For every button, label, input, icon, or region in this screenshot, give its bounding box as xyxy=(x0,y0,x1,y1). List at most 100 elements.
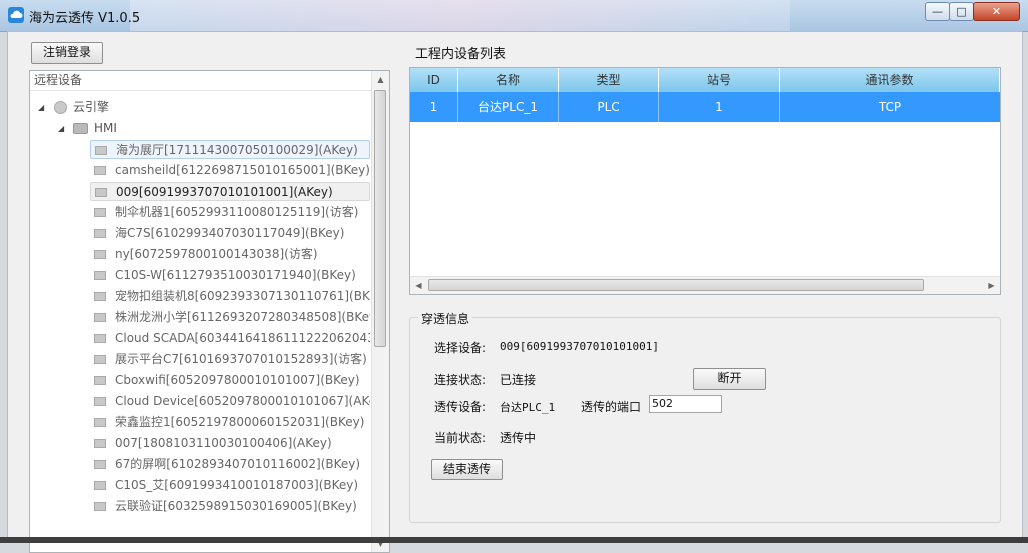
column-header-id[interactable]: ID xyxy=(410,68,458,92)
device-node[interactable]: 云联验证[6032598915030169005](BKey) xyxy=(90,497,370,516)
device-screen-icon xyxy=(94,397,106,406)
column-header-name[interactable]: 名称 xyxy=(458,68,559,92)
scroll-up-icon[interactable]: ▲ xyxy=(372,71,389,88)
device-node[interactable]: C10S-W[6112793510030171940](BKey) xyxy=(90,266,370,285)
port-label: 透传的端口 xyxy=(581,400,642,414)
device-screen-icon xyxy=(94,481,106,490)
device-node[interactable]: 荣鑫监控1[6052197800060152031](BKey) xyxy=(90,413,370,432)
scroll-right-icon[interactable]: ▶ xyxy=(983,277,1000,294)
device-screen-icon xyxy=(94,229,106,238)
disconnect-button[interactable]: 断开 xyxy=(693,368,766,390)
passthrough-device-label: 透传设备: xyxy=(434,400,487,414)
passthrough-device-value: 台达PLC_1 xyxy=(500,401,556,414)
device-screen-icon xyxy=(94,313,106,322)
device-node-label: C10S_艾[6091993410010187003](BKey) xyxy=(115,478,359,492)
device-screen-icon xyxy=(94,418,106,427)
tree-root-label: 云引擎 xyxy=(73,100,110,114)
device-node[interactable]: 007[1808103110030100406](AKey) xyxy=(90,434,370,453)
device-screen-icon xyxy=(94,271,106,280)
column-header-station[interactable]: 站号 xyxy=(659,68,780,92)
table-row[interactable]: 1 台达PLC_1 PLC 1 TCP xyxy=(410,92,1000,122)
device-node-label: 007[1808103110030100406](AKey) xyxy=(115,436,332,450)
device-node-label: Cboxwifi[6052097800010101007](BKey) xyxy=(115,373,360,387)
tree-root-node[interactable]: ◢ 云引擎 xyxy=(38,98,238,117)
device-node[interactable]: 宠物扣组装机8[6092393307130110761](BK... xyxy=(90,287,370,306)
column-header-type[interactable]: 类型 xyxy=(559,68,659,92)
device-node[interactable]: 展示平台C7[6101693707010152893](访客) xyxy=(90,350,370,369)
device-node[interactable]: 67的屏啊[6102893407010116002](BKey) xyxy=(90,455,370,474)
close-icon: ✕ xyxy=(991,5,1002,18)
device-node[interactable]: Cloud SCADA[60344164186111222062043... xyxy=(90,329,370,348)
device-node-label: 株洲龙洲小学[6112693207280348508](BKey) xyxy=(115,310,370,324)
current-state-value: 透传中 xyxy=(500,431,537,445)
collapse-triangle-icon[interactable]: ◢ xyxy=(38,98,44,117)
scroll-left-icon[interactable]: ◀ xyxy=(410,277,427,294)
remote-device-tree[interactable]: 远程设备 ◢ 云引擎 ◢ HMI 海为展厅[171114300705010002… xyxy=(29,70,390,553)
end-passthrough-button[interactable]: 结束透传 xyxy=(431,459,503,480)
device-node-label: 67的屏啊[6102893407010116002](BKey) xyxy=(115,457,361,471)
maximize-icon: □ xyxy=(956,5,967,18)
device-screen-icon xyxy=(94,250,106,259)
column-header-comm-params[interactable]: 通讯参数 xyxy=(780,68,1000,92)
scrollbar-thumb[interactable] xyxy=(428,279,924,291)
device-node[interactable]: 海为展厅[1711143007050100029](AKey) xyxy=(90,140,370,159)
tree-header: 远程设备 xyxy=(30,71,375,91)
tree-group-node[interactable]: ◢ HMI xyxy=(58,119,258,138)
title-background-art xyxy=(130,0,790,31)
device-node-label: 宠物扣组装机8[6092393307130110761](BK... xyxy=(115,289,370,303)
cell-name: 台达PLC_1 xyxy=(458,92,559,122)
device-node[interactable]: Cloud Device[6052097800010101067](AKey) xyxy=(90,392,370,411)
device-screen-icon xyxy=(94,166,106,175)
device-node-label: 荣鑫监控1[6052197800060152031](BKey) xyxy=(115,415,365,429)
device-node-label: ny[6072597800100143038](访客) xyxy=(115,247,318,261)
current-state-label: 当前状态: xyxy=(434,431,487,445)
device-table: ID 名称 类型 站号 通讯参数 1 台达PLC_1 PLC 1 TCP ◀ ▶ xyxy=(409,67,1001,295)
hmi-monitor-icon xyxy=(73,123,88,134)
device-node[interactable]: 009[6091993707010101001](AKey) xyxy=(90,182,370,201)
table-horizontal-scrollbar[interactable]: ◀ ▶ xyxy=(410,276,1000,294)
device-screen-icon xyxy=(94,355,106,364)
port-input[interactable]: 502 xyxy=(649,395,722,413)
device-node[interactable]: Cboxwifi[6052097800010101007](BKey) xyxy=(90,371,370,390)
main-panel: 注销登录 远程设备 ◢ 云引擎 ◢ HMI 海为展厅[1711143007050… xyxy=(7,31,1023,553)
window-title: 海为云透传 V1.0.5 xyxy=(29,11,141,26)
close-button[interactable]: ✕ xyxy=(973,2,1020,21)
scrollbar-thumb[interactable] xyxy=(374,90,386,347)
device-node-label: 海C7S[6102993407030117049](BKey) xyxy=(115,226,345,240)
device-node[interactable]: ny[6072597800100143038](访客) xyxy=(90,245,370,264)
title-bar: 海为云透传 V1.0.5 — □ ✕ xyxy=(0,0,1028,32)
device-screen-icon xyxy=(94,376,106,385)
device-node-label: camsheild[6122698715010165001](BKey) xyxy=(115,163,370,177)
device-node-label: C10S-W[6112793510030171940](BKey) xyxy=(115,268,356,282)
device-node[interactable]: 制伞机器1[6052993110080125119](访客) xyxy=(90,203,370,222)
device-node-label: 展示平台C7[6101693707010152893](访客) xyxy=(115,352,367,366)
minimize-button[interactable]: — xyxy=(925,2,950,21)
minimize-icon: — xyxy=(932,5,943,18)
device-node-label: 云联验证[6032598915030169005](BKey) xyxy=(115,499,357,513)
cloud-engine-icon xyxy=(54,101,67,114)
passthrough-info-group: 穿透信息 选择设备: 009[6091993707010101001] 连接状态… xyxy=(409,310,1001,523)
device-node-label: 海为展厅[1711143007050100029](AKey) xyxy=(116,143,358,157)
device-node[interactable]: 海C7S[6102993407030117049](BKey) xyxy=(90,224,370,243)
collapse-triangle-icon[interactable]: ◢ xyxy=(58,119,64,138)
device-node[interactable]: camsheild[6122698715010165001](BKey) xyxy=(90,161,370,180)
connection-status-value: 已连接 xyxy=(500,373,537,387)
device-screen-icon xyxy=(94,208,106,217)
selected-device-value: 009[6091993707010101001] xyxy=(500,340,659,353)
passthrough-legend: 穿透信息 xyxy=(418,310,473,327)
device-node-label: 制伞机器1[6052993110080125119](访客) xyxy=(115,205,359,219)
connection-status-label: 连接状态: xyxy=(434,373,487,387)
selected-device-label: 选择设备: xyxy=(434,341,487,355)
cell-type: PLC xyxy=(559,92,659,122)
cell-comm-params: TCP xyxy=(878,100,902,114)
device-screen-icon xyxy=(94,439,106,448)
cloud-app-icon xyxy=(8,7,24,23)
device-node-label: 009[6091993707010101001](AKey) xyxy=(116,185,333,199)
maximize-button[interactable]: □ xyxy=(949,2,974,21)
device-node[interactable]: 株洲龙洲小学[6112693207280348508](BKey) xyxy=(90,308,370,327)
tree-vertical-scrollbar[interactable]: ▲ ▼ xyxy=(371,71,389,552)
logout-button[interactable]: 注销登录 xyxy=(31,42,103,64)
device-node[interactable]: C10S_艾[6091993410010187003](BKey) xyxy=(90,476,370,495)
taskbar-strip xyxy=(0,537,1028,543)
cell-station: 1 xyxy=(659,92,780,122)
